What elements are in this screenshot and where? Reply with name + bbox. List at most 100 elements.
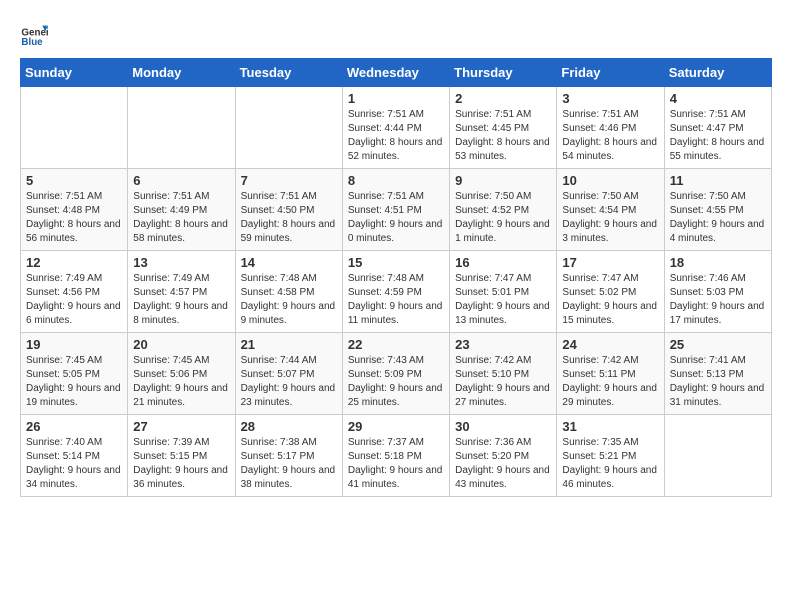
logo: General Blue [20, 20, 52, 48]
calendar-week-row: 26Sunrise: 7:40 AM Sunset: 5:14 PM Dayli… [21, 415, 772, 497]
day-number: 12 [26, 255, 122, 270]
calendar-cell: 5 Sunrise: 7:51 AM Sunset: 4:48 PM Daylig… [21, 169, 128, 251]
calendar-cell: 18 Sunrise: 7:46 AM Sunset: 5:03 PM Dayli… [664, 251, 771, 333]
day-number: 9 [455, 173, 551, 188]
calendar-cell: 9 Sunrise: 7:50 AM Sunset: 4:52 PM Daylig… [450, 169, 557, 251]
day-number: 31 [562, 419, 658, 434]
day-info: Sunrise: 7:50 AM Sunset: 4:52 PM Dayligh… [455, 190, 551, 246]
calendar-cell: 17Sunrise: 7:47 AM Sunset: 5:02 PM Dayli… [557, 251, 664, 333]
day-info: Sunrise: 7:42 AM Sunset: 5:11 PM Dayligh… [562, 354, 658, 410]
day-number: 1 [348, 91, 444, 106]
day-info: Sunrise: 7:47 AM Sunset: 5:01 PM Dayligh… [455, 272, 551, 328]
page: General Blue SundayMondayTuesdayWednesda… [0, 0, 792, 517]
calendar-cell: 25 Sunrise: 7:41 AM Sunset: 5:13 PM Dayli… [664, 333, 771, 415]
day-info: Sunrise: 7:39 AM Sunset: 5:15 PM Dayligh… [133, 436, 229, 492]
calendar-cell: 6Sunrise: 7:51 AM Sunset: 4:49 PM Daylig… [128, 169, 235, 251]
calendar-cell: 19 Sunrise: 7:45 AM Sunset: 5:05 PM Dayli… [21, 333, 128, 415]
calendar-cell: 15 Sunrise: 7:48 AM Sunset: 4:59 PM Dayli… [342, 251, 449, 333]
day-info: Sunrise: 7:50 AM Sunset: 4:54 PM Dayligh… [562, 190, 658, 246]
day-number: 21 [241, 337, 337, 352]
calendar-day-header: Monday [128, 59, 235, 87]
day-info: Sunrise: 7:50 AM Sunset: 4:55 PM Dayligh… [670, 190, 766, 246]
day-number: 15 [348, 255, 444, 270]
day-info: Sunrise: 7:51 AM Sunset: 4:47 PM Dayligh… [670, 108, 766, 164]
calendar-day-header: Thursday [450, 59, 557, 87]
day-number: 14 [241, 255, 337, 270]
calendar-week-row: 5 Sunrise: 7:51 AM Sunset: 4:48 PM Daylig… [21, 169, 772, 251]
day-info: Sunrise: 7:38 AM Sunset: 5:17 PM Dayligh… [241, 436, 337, 492]
day-info: Sunrise: 7:51 AM Sunset: 4:51 PM Dayligh… [348, 190, 444, 246]
calendar-cell: 30 Sunrise: 7:36 AM Sunset: 5:20 PM Dayli… [450, 415, 557, 497]
day-number: 28 [241, 419, 337, 434]
day-number: 20 [133, 337, 229, 352]
day-number: 2 [455, 91, 551, 106]
day-info: Sunrise: 7:40 AM Sunset: 5:14 PM Dayligh… [26, 436, 122, 492]
day-number: 19 [26, 337, 122, 352]
day-number: 30 [455, 419, 551, 434]
calendar-cell: 10Sunrise: 7:50 AM Sunset: 4:54 PM Dayli… [557, 169, 664, 251]
calendar-cell: 26Sunrise: 7:40 AM Sunset: 5:14 PM Dayli… [21, 415, 128, 497]
day-number: 23 [455, 337, 551, 352]
calendar-cell: 22Sunrise: 7:43 AM Sunset: 5:09 PM Dayli… [342, 333, 449, 415]
day-number: 16 [455, 255, 551, 270]
day-number: 8 [348, 173, 444, 188]
calendar-day-header: Sunday [21, 59, 128, 87]
header-area: General Blue [20, 20, 772, 48]
calendar-cell [664, 415, 771, 497]
logo-icon: General Blue [20, 20, 48, 48]
day-info: Sunrise: 7:49 AM Sunset: 4:57 PM Dayligh… [133, 272, 229, 328]
calendar-cell: 21 Sunrise: 7:44 AM Sunset: 5:07 PM Dayli… [235, 333, 342, 415]
day-info: Sunrise: 7:48 AM Sunset: 4:58 PM Dayligh… [241, 272, 337, 328]
calendar-day-header: Tuesday [235, 59, 342, 87]
day-info: Sunrise: 7:51 AM Sunset: 4:48 PM Dayligh… [26, 190, 122, 246]
calendar-cell: 14 Sunrise: 7:48 AM Sunset: 4:58 PM Dayli… [235, 251, 342, 333]
calendar-cell: 1Sunrise: 7:51 AM Sunset: 4:44 PM Daylig… [342, 87, 449, 169]
calendar-day-header: Wednesday [342, 59, 449, 87]
day-number: 4 [670, 91, 766, 106]
calendar-cell: 28 Sunrise: 7:38 AM Sunset: 5:17 PM Dayli… [235, 415, 342, 497]
day-info: Sunrise: 7:45 AM Sunset: 5:05 PM Dayligh… [26, 354, 122, 410]
calendar-header-row: SundayMondayTuesdayWednesdayThursdayFrid… [21, 59, 772, 87]
day-info: Sunrise: 7:36 AM Sunset: 5:20 PM Dayligh… [455, 436, 551, 492]
day-info: Sunrise: 7:47 AM Sunset: 5:02 PM Dayligh… [562, 272, 658, 328]
day-info: Sunrise: 7:35 AM Sunset: 5:21 PM Dayligh… [562, 436, 658, 492]
calendar-cell: 20 Sunrise: 7:45 AM Sunset: 5:06 PM Dayli… [128, 333, 235, 415]
calendar-week-row: 12 Sunrise: 7:49 AM Sunset: 4:56 PM Dayli… [21, 251, 772, 333]
day-number: 6 [133, 173, 229, 188]
day-number: 11 [670, 173, 766, 188]
calendar-cell: 31 Sunrise: 7:35 AM Sunset: 5:21 PM Dayli… [557, 415, 664, 497]
day-info: Sunrise: 7:51 AM Sunset: 4:50 PM Dayligh… [241, 190, 337, 246]
calendar-cell [128, 87, 235, 169]
calendar-table: SundayMondayTuesdayWednesdayThursdayFrid… [20, 58, 772, 497]
day-number: 18 [670, 255, 766, 270]
calendar-cell: 3 Sunrise: 7:51 AM Sunset: 4:46 PM Daylig… [557, 87, 664, 169]
day-number: 7 [241, 173, 337, 188]
day-info: Sunrise: 7:48 AM Sunset: 4:59 PM Dayligh… [348, 272, 444, 328]
day-info: Sunrise: 7:41 AM Sunset: 5:13 PM Dayligh… [670, 354, 766, 410]
calendar-cell: 16 Sunrise: 7:47 AM Sunset: 5:01 PM Dayli… [450, 251, 557, 333]
day-number: 29 [348, 419, 444, 434]
calendar-cell [21, 87, 128, 169]
day-number: 5 [26, 173, 122, 188]
day-number: 22 [348, 337, 444, 352]
calendar-cell: 23Sunrise: 7:42 AM Sunset: 5:10 PM Dayli… [450, 333, 557, 415]
day-info: Sunrise: 7:45 AM Sunset: 5:06 PM Dayligh… [133, 354, 229, 410]
day-info: Sunrise: 7:44 AM Sunset: 5:07 PM Dayligh… [241, 354, 337, 410]
svg-text:Blue: Blue [21, 37, 43, 48]
day-info: Sunrise: 7:46 AM Sunset: 5:03 PM Dayligh… [670, 272, 766, 328]
day-number: 3 [562, 91, 658, 106]
calendar-week-row: 1Sunrise: 7:51 AM Sunset: 4:44 PM Daylig… [21, 87, 772, 169]
calendar-cell: 12 Sunrise: 7:49 AM Sunset: 4:56 PM Dayli… [21, 251, 128, 333]
day-number: 13 [133, 255, 229, 270]
day-info: Sunrise: 7:49 AM Sunset: 4:56 PM Dayligh… [26, 272, 122, 328]
day-info: Sunrise: 7:51 AM Sunset: 4:46 PM Dayligh… [562, 108, 658, 164]
day-info: Sunrise: 7:51 AM Sunset: 4:45 PM Dayligh… [455, 108, 551, 164]
calendar-cell: 24Sunrise: 7:42 AM Sunset: 5:11 PM Dayli… [557, 333, 664, 415]
calendar-cell: 27Sunrise: 7:39 AM Sunset: 5:15 PM Dayli… [128, 415, 235, 497]
calendar-cell: 4 Sunrise: 7:51 AM Sunset: 4:47 PM Daylig… [664, 87, 771, 169]
calendar-day-header: Saturday [664, 59, 771, 87]
calendar-cell: 29Sunrise: 7:37 AM Sunset: 5:18 PM Dayli… [342, 415, 449, 497]
calendar-cell: 7 Sunrise: 7:51 AM Sunset: 4:50 PM Daylig… [235, 169, 342, 251]
day-number: 25 [670, 337, 766, 352]
calendar-cell [235, 87, 342, 169]
